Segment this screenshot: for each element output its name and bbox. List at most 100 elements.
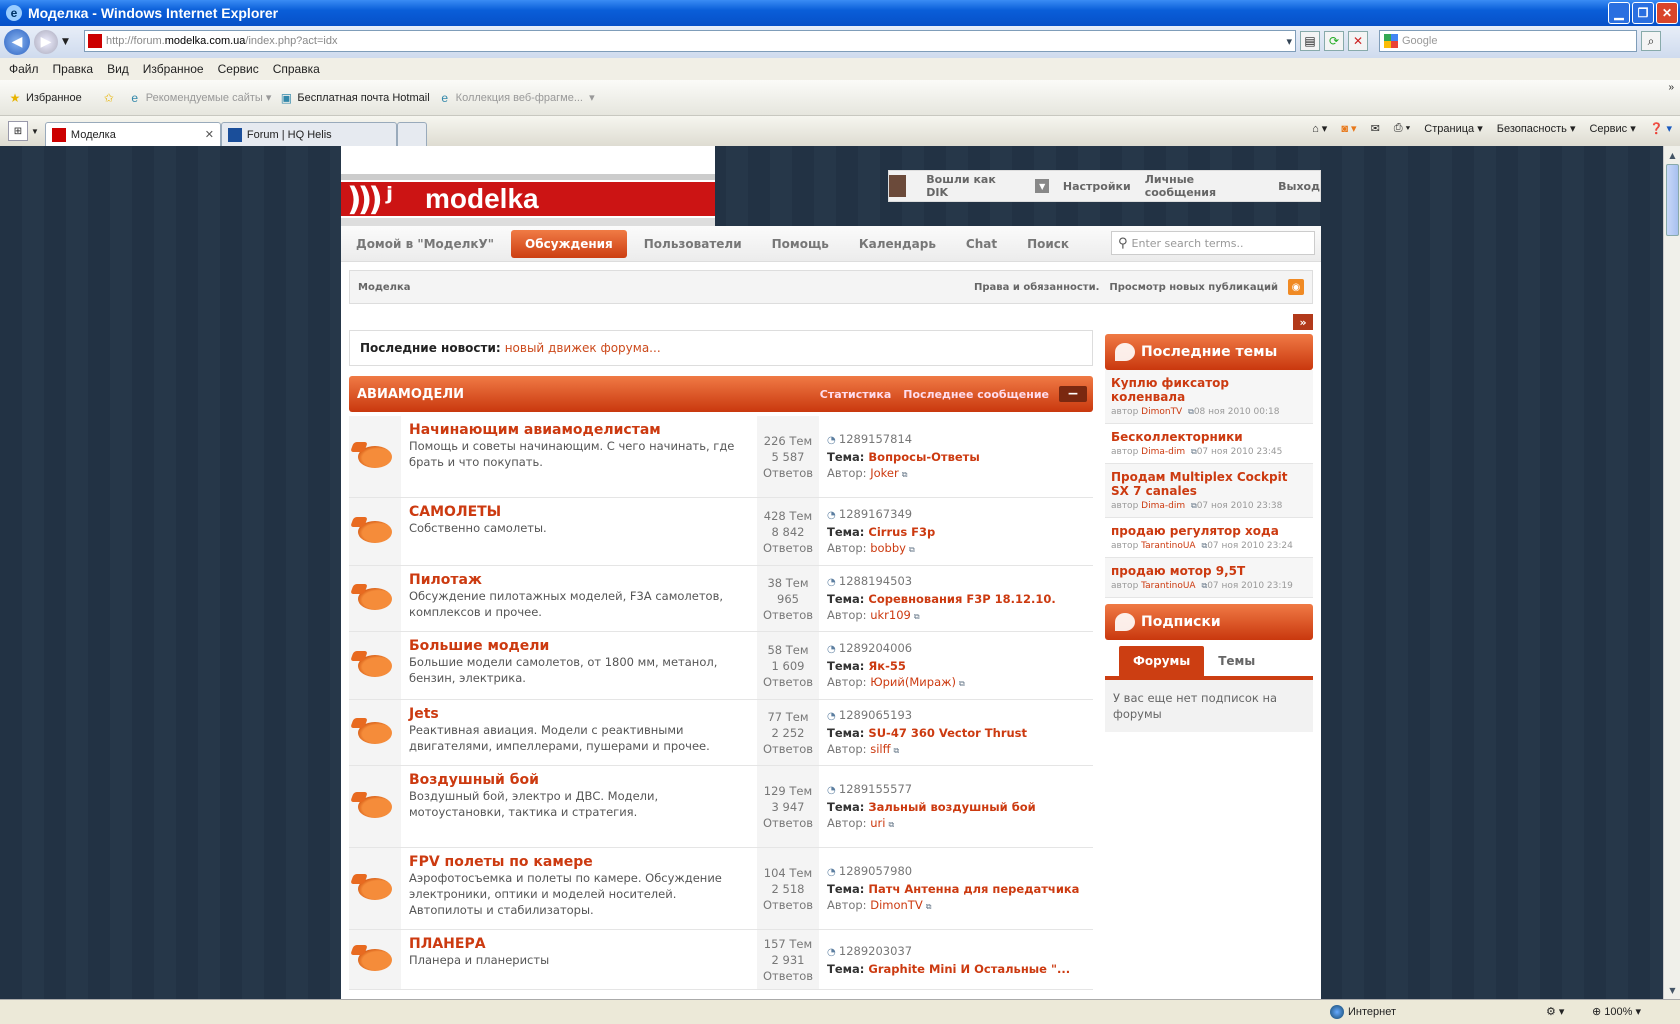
- last-author-link[interactable]: DimonTV: [870, 898, 922, 912]
- forum-name[interactable]: САМОЛЕТЫ: [409, 504, 749, 520]
- nav-calendar[interactable]: Календарь: [844, 237, 951, 251]
- nav-home[interactable]: Домой в "МоделкУ": [341, 237, 509, 251]
- tab-topics[interactable]: Темы: [1204, 646, 1269, 676]
- minimize-button[interactable]: ▁: [1608, 2, 1630, 24]
- favorites-button[interactable]: ★ Избранное: [8, 91, 82, 105]
- last-author-link[interactable]: uri: [870, 816, 885, 830]
- web-slice-gallery-link[interactable]: e Коллекция веб-фрагме... ▾: [438, 91, 594, 105]
- stop-icon[interactable]: ✕: [1348, 31, 1368, 51]
- last-topic-link[interactable]: Патч Антенна для передатчика: [868, 882, 1079, 896]
- latest-topic-link[interactable]: Продам Multiplex Cockpit SX 7 canales: [1111, 470, 1307, 498]
- forum-name[interactable]: Воздушный бой: [409, 772, 749, 788]
- tab-forums[interactable]: Форумы: [1119, 646, 1205, 676]
- messages-link[interactable]: Личные сообщения: [1145, 173, 1264, 199]
- menu-tools[interactable]: Сервис: [218, 62, 259, 76]
- close-tab-icon[interactable]: ✕: [205, 128, 214, 141]
- address-input[interactable]: http://forum. modelka.com.ua/index.php?ac…: [84, 30, 1296, 52]
- site-search-input[interactable]: ⚲ Enter search terms..: [1111, 231, 1315, 255]
- forum-read-icon[interactable]: [349, 930, 401, 989]
- logout-link[interactable]: Выход: [1278, 180, 1320, 193]
- profile-popup-icon[interactable]: ⧉: [914, 612, 920, 621]
- latest-topic-link[interactable]: Куплю фиксатор коленвала: [1111, 376, 1307, 404]
- topic-author-link[interactable]: Dima-dim: [1141, 447, 1185, 457]
- new-posts-link[interactable]: Просмотр новых публикаций: [1109, 282, 1278, 293]
- forward-button[interactable]: ▶: [34, 30, 58, 54]
- scroll-down-icon[interactable]: ▼: [1666, 983, 1679, 997]
- forum-read-icon[interactable]: [349, 566, 401, 631]
- forum-read-icon[interactable]: [349, 632, 401, 699]
- latest-topic-link[interactable]: Бесколлекторники: [1111, 430, 1307, 444]
- read-mail-icon[interactable]: ✉: [1371, 122, 1380, 135]
- profile-popup-icon[interactable]: ⧉: [888, 820, 894, 829]
- page-menu[interactable]: Страница ▾: [1424, 122, 1482, 135]
- last-post-id[interactable]: 1289065193: [827, 707, 1085, 725]
- menu-help[interactable]: Справка: [273, 62, 320, 76]
- history-dropdown-icon[interactable]: ▼: [62, 37, 69, 47]
- quick-tabs-icon[interactable]: ⊞: [8, 121, 28, 141]
- breadcrumb-home[interactable]: Моделка: [358, 282, 411, 293]
- last-topic-link[interactable]: Соревнования F3P 18.12.10.: [868, 592, 1055, 606]
- web-search-input[interactable]: Google: [1379, 30, 1637, 52]
- compatibility-icon[interactable]: ▤: [1300, 31, 1320, 51]
- rss-feeds-icon[interactable]: ◙ ▾: [1341, 122, 1356, 135]
- last-author-link[interactable]: Юрий(Мираж): [870, 675, 956, 689]
- topic-author-link[interactable]: DimonTV: [1141, 407, 1182, 417]
- forum-name[interactable]: Пилотаж: [409, 572, 749, 588]
- last-topic-link[interactable]: Зальный воздушный бой: [868, 800, 1035, 814]
- logged-in-as[interactable]: Вошли как DIK: [926, 173, 1017, 199]
- topic-author-link[interactable]: Dima-dim: [1141, 501, 1185, 511]
- forum-read-icon[interactable]: [349, 848, 401, 929]
- forum-read-icon[interactable]: [349, 416, 401, 497]
- recommended-sites-link[interactable]: e Рекомендуемые сайты ▾: [128, 91, 271, 105]
- nav-help[interactable]: Помощь: [757, 237, 844, 251]
- forum-name[interactable]: Большие модели: [409, 638, 749, 654]
- profile-popup-icon[interactable]: ⧉: [926, 902, 932, 911]
- forum-name[interactable]: Jets: [409, 706, 749, 722]
- site-logo[interactable]: ))) ʲ modelka: [341, 146, 715, 226]
- menu-favorites[interactable]: Избранное: [143, 62, 204, 76]
- last-topic-link[interactable]: Як-55: [868, 659, 905, 673]
- last-post-id[interactable]: 1289204006: [827, 640, 1085, 658]
- search-go-icon[interactable]: ⌕: [1641, 31, 1661, 51]
- last-author-link[interactable]: Joker: [870, 466, 898, 480]
- forum-read-icon[interactable]: [349, 498, 401, 565]
- news-link[interactable]: новый движек форума...: [505, 341, 661, 355]
- last-post-id[interactable]: 1289057980: [827, 863, 1085, 881]
- new-tab-button[interactable]: [396, 122, 427, 146]
- rss-icon[interactable]: ◉: [1288, 279, 1304, 295]
- latest-topic-link[interactable]: продаю мотор 9,5T: [1111, 564, 1307, 578]
- last-author-link[interactable]: ukr109: [870, 608, 911, 622]
- add-favorite-button[interactable]: ✩: [102, 91, 120, 105]
- protected-mode-icon[interactable]: ⚙ ▾: [1546, 1005, 1564, 1018]
- last-post-id[interactable]: 1289203037: [827, 943, 1085, 961]
- forum-read-icon[interactable]: [349, 700, 401, 765]
- address-dropdown-icon[interactable]: ▾: [1286, 35, 1292, 48]
- nav-discussions[interactable]: Обсуждения: [511, 229, 627, 258]
- tab-list-dropdown-icon[interactable]: ▼: [31, 127, 39, 136]
- avatar[interactable]: [889, 175, 907, 197]
- topic-author-link[interactable]: TarantinoUA: [1141, 541, 1195, 551]
- last-author-link[interactable]: bobby: [870, 541, 906, 555]
- scroll-up-icon[interactable]: ▲: [1666, 148, 1679, 162]
- home-icon[interactable]: ⌂ ▾: [1312, 122, 1327, 135]
- nav-search[interactable]: Поиск: [1012, 237, 1084, 251]
- nav-members[interactable]: Пользователи: [629, 237, 757, 251]
- vertical-scrollbar[interactable]: ▲ ▼: [1663, 146, 1680, 999]
- menu-file[interactable]: Файл: [9, 62, 39, 76]
- topic-author-link[interactable]: TarantinoUA: [1141, 581, 1195, 591]
- safety-menu[interactable]: Безопасность ▾: [1497, 122, 1576, 135]
- last-topic-link[interactable]: Вопросы-Ответы: [868, 450, 979, 464]
- category-title[interactable]: АВИАМОДЕЛИ: [357, 387, 464, 402]
- back-button[interactable]: ◀: [4, 29, 30, 55]
- tab-modelka[interactable]: Моделка ✕: [44, 122, 221, 146]
- last-post-id[interactable]: 1289167349: [827, 506, 1085, 524]
- zoom-level[interactable]: ⊕ 100% ▾: [1592, 1005, 1641, 1018]
- last-topic-link[interactable]: SU-47 360 Vector Thrust: [868, 726, 1027, 740]
- hotmail-link[interactable]: ▣ Бесплатная почта Hotmail: [279, 91, 430, 105]
- profile-popup-icon[interactable]: ⧉: [894, 746, 900, 755]
- toggle-sidebar-icon[interactable]: »: [1293, 314, 1313, 330]
- profile-popup-icon[interactable]: ⧉: [959, 679, 965, 688]
- menu-view[interactable]: Вид: [107, 62, 129, 76]
- last-topic-link[interactable]: Cirrus F3p: [868, 525, 935, 539]
- tab-hq-helis[interactable]: Forum | HQ Helis: [220, 122, 397, 146]
